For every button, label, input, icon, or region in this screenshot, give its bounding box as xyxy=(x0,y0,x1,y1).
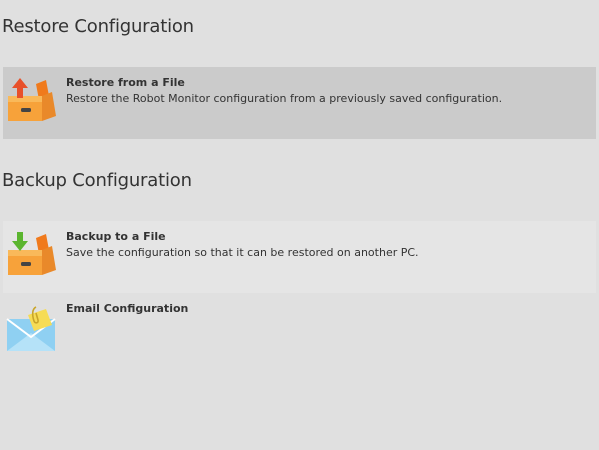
restore-from-file-title: Restore from a File xyxy=(66,76,185,89)
backup-section-heading: Backup Configuration xyxy=(2,170,192,191)
backup-to-file-item[interactable]: Backup to a File Save the configuration … xyxy=(3,221,596,293)
restore-section-heading: Restore Configuration xyxy=(2,16,194,37)
restore-from-file-item[interactable]: Restore from a File Restore the Robot Mo… xyxy=(3,67,596,139)
email-configuration-item[interactable]: Email Configuration xyxy=(3,294,596,354)
backup-to-file-description: Save the configuration so that it can be… xyxy=(66,246,419,259)
box-upload-icon xyxy=(6,78,58,128)
backup-to-file-title: Backup to a File xyxy=(66,230,166,243)
email-attachment-icon xyxy=(6,305,58,355)
box-download-icon xyxy=(6,232,58,282)
email-configuration-title: Email Configuration xyxy=(66,302,189,315)
restore-from-file-description: Restore the Robot Monitor configuration … xyxy=(66,92,503,105)
